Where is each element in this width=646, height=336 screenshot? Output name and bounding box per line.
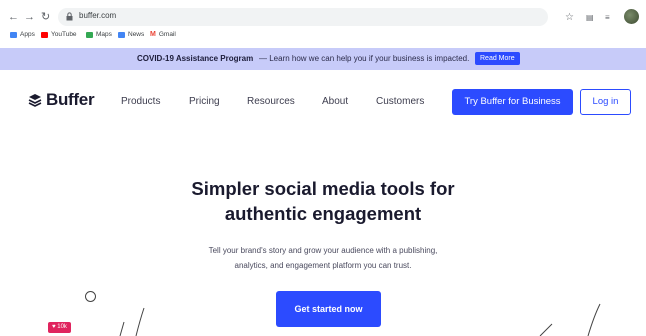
bookmark-maps[interactable]: Maps bbox=[86, 31, 112, 38]
youtube-icon bbox=[41, 31, 48, 38]
star-icon[interactable]: ☆ bbox=[565, 12, 574, 23]
buffer-logo[interactable]: Buffer bbox=[28, 90, 95, 110]
site-nav: Buffer Products Pricing Resources About … bbox=[0, 80, 646, 124]
nav-link-about[interactable]: About bbox=[322, 96, 348, 107]
announcement-banner: COVID-19 Assistance Program — Learn how … bbox=[0, 48, 646, 70]
reload-icon[interactable]: ↻ bbox=[41, 10, 50, 24]
hero-subtitle: Tell your brand's story and grow your au… bbox=[0, 243, 646, 273]
browser-chrome: ← → ↻ buffer.com ☆ ▤ ≡ Apps YouTube Maps bbox=[0, 0, 646, 48]
buffer-stack-icon bbox=[28, 94, 42, 107]
hero-subtitle-line-1: Tell your brand's story and grow your au… bbox=[208, 246, 438, 255]
banner-title: COVID-19 Assistance Program bbox=[137, 54, 254, 63]
bookmarks-bar: Apps YouTube Maps News M Gmail bbox=[0, 29, 646, 43]
address-row: ← → ↻ buffer.com ☆ ▤ ≡ bbox=[0, 6, 646, 28]
address-bar[interactable]: buffer.com bbox=[58, 8, 548, 26]
bookmark-gmail[interactable]: M Gmail bbox=[150, 31, 176, 38]
hero-subtitle-line-2: analytics, and engagement platform you c… bbox=[234, 261, 412, 270]
news-icon bbox=[118, 31, 125, 38]
lock-icon bbox=[66, 12, 73, 21]
apps-grid-icon bbox=[10, 31, 17, 38]
banner-text: — Learn how we can help you if your busi… bbox=[259, 54, 470, 63]
logo-text: Buffer bbox=[46, 90, 95, 109]
nav-link-resources[interactable]: Resources bbox=[247, 96, 295, 107]
nav-link-products[interactable]: Products bbox=[121, 96, 160, 107]
bookmark-youtube[interactable]: YouTube bbox=[41, 31, 77, 38]
hero-title: Simpler social media tools for authentic… bbox=[0, 176, 646, 226]
login-button[interactable]: Log in bbox=[580, 89, 631, 115]
bookmark-news[interactable]: News bbox=[118, 31, 144, 38]
reading-list-icon[interactable]: ≡ bbox=[605, 13, 610, 22]
back-icon[interactable]: ← bbox=[8, 10, 19, 24]
bookmark-apps[interactable]: Apps bbox=[10, 31, 35, 38]
nav-link-pricing[interactable]: Pricing bbox=[189, 96, 220, 107]
maps-icon bbox=[86, 31, 93, 38]
hero-title-line-2: authentic engagement bbox=[224, 203, 422, 224]
profile-avatar[interactable] bbox=[624, 9, 639, 24]
try-buffer-business-button[interactable]: Try Buffer for Business bbox=[452, 89, 573, 115]
nav-link-customers[interactable]: Customers bbox=[376, 96, 424, 107]
forward-icon[interactable]: → bbox=[24, 10, 35, 24]
url-text: buffer.com bbox=[79, 11, 117, 20]
hero-title-line-1: Simpler social media tools for bbox=[191, 178, 455, 199]
decorative-lines bbox=[119, 303, 601, 336]
gmail-icon: M bbox=[150, 31, 156, 38]
read-more-button[interactable]: Read More bbox=[475, 52, 520, 65]
extension-icon[interactable]: ▤ bbox=[586, 13, 594, 22]
